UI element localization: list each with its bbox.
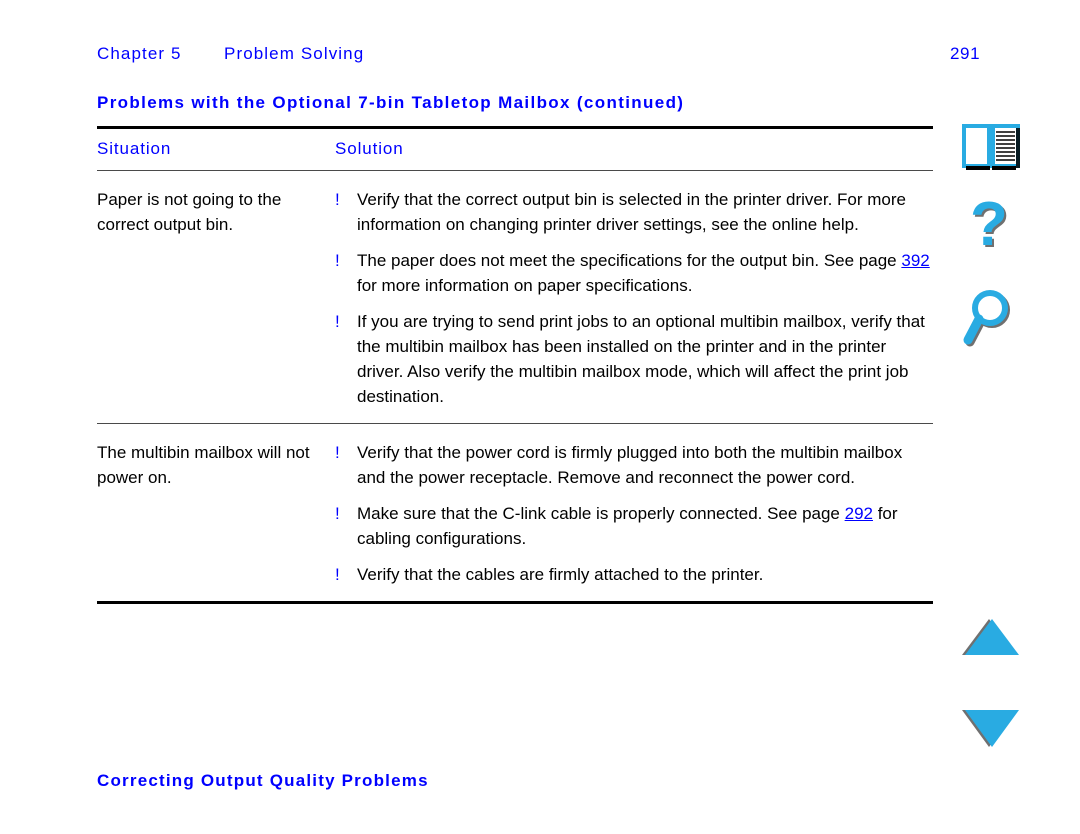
navigation-icon-rail: ? ?	[960, 110, 1060, 770]
bullet-marker: !	[335, 251, 340, 270]
solution-text: Verify that the correct output bin is se…	[357, 190, 906, 234]
triangle-down-icon[interactable]	[960, 705, 1046, 751]
column-header-situation: Situation	[97, 139, 172, 158]
table-header-row: Situation Solution	[97, 129, 933, 170]
column-header-solution: Solution	[335, 139, 404, 158]
solution-item: ! Verify that the power cord is firmly pl…	[335, 440, 933, 490]
solution-text: The paper does not meet the specificatio…	[357, 251, 930, 295]
bullet-marker: !	[335, 443, 340, 462]
page-number: 291	[950, 44, 981, 63]
solution-cell: ! Verify that the power cord is firmly pl…	[335, 440, 933, 587]
bullet-marker: !	[335, 312, 340, 331]
solution-text: If you are trying to send print jobs to …	[357, 312, 925, 406]
solution-text: Make sure that the C-link cable is prope…	[357, 504, 898, 548]
situation-cell: The multibin mailbox will not power on.	[97, 440, 335, 587]
solution-item: ! If you are trying to send print jobs to…	[335, 309, 933, 409]
svg-text:?: ?	[970, 195, 1008, 259]
situation-cell: Paper is not going to the correct output…	[97, 187, 335, 409]
footer-section-link[interactable]: Correcting Output Quality Problems	[97, 771, 429, 791]
document-page: Chapter 5 Problem Solving 291 Problems w…	[0, 0, 1080, 834]
table-row: The multibin mailbox will not power on.!…	[97, 424, 933, 601]
solution-cell: ! Verify that the correct output bin is s…	[335, 187, 933, 409]
book-icon[interactable]	[960, 122, 1046, 174]
solution-item: ! Make sure that the C-link cable is prop…	[335, 501, 933, 551]
triangle-up-icon[interactable]	[960, 615, 1046, 661]
solution-text: Verify that the power cord is firmly plu…	[357, 443, 903, 487]
table-bottom-rule	[97, 601, 933, 604]
page-cross-reference-link[interactable]: 392	[901, 251, 929, 270]
magnifier-icon[interactable]	[960, 290, 1046, 352]
table-title: Problems with the Optional 7-bin Tableto…	[97, 93, 685, 112]
question-mark-icon[interactable]: ? ?	[960, 195, 1046, 265]
chapter-label: Chapter 5	[97, 44, 182, 63]
solution-list: ! Verify that the correct output bin is s…	[335, 187, 933, 409]
bullet-marker: !	[335, 504, 340, 523]
running-header: Chapter 5 Problem Solving 291	[97, 44, 981, 68]
bullet-marker: !	[335, 565, 340, 584]
troubleshooting-table: Situation Solution Paper is not going to…	[97, 126, 933, 604]
table-body: Paper is not going to the correct output…	[97, 171, 933, 601]
solution-item: ! Verify that the correct output bin is s…	[335, 187, 933, 237]
page-cross-reference-link[interactable]: 292	[845, 504, 873, 523]
chapter-title: Problem Solving	[224, 44, 365, 63]
situation-text: Paper is not going to the correct output…	[97, 190, 282, 234]
solution-item: ! Verify that the cables are firmly attac…	[335, 562, 933, 587]
solution-list: ! Verify that the power cord is firmly pl…	[335, 440, 933, 587]
situation-text: The multibin mailbox will not power on.	[97, 443, 310, 487]
solution-item: ! The paper does not meet the specificati…	[335, 248, 933, 298]
table-row: Paper is not going to the correct output…	[97, 171, 933, 423]
bullet-marker: !	[335, 190, 340, 209]
solution-text: Verify that the cables are firmly attach…	[357, 565, 764, 584]
